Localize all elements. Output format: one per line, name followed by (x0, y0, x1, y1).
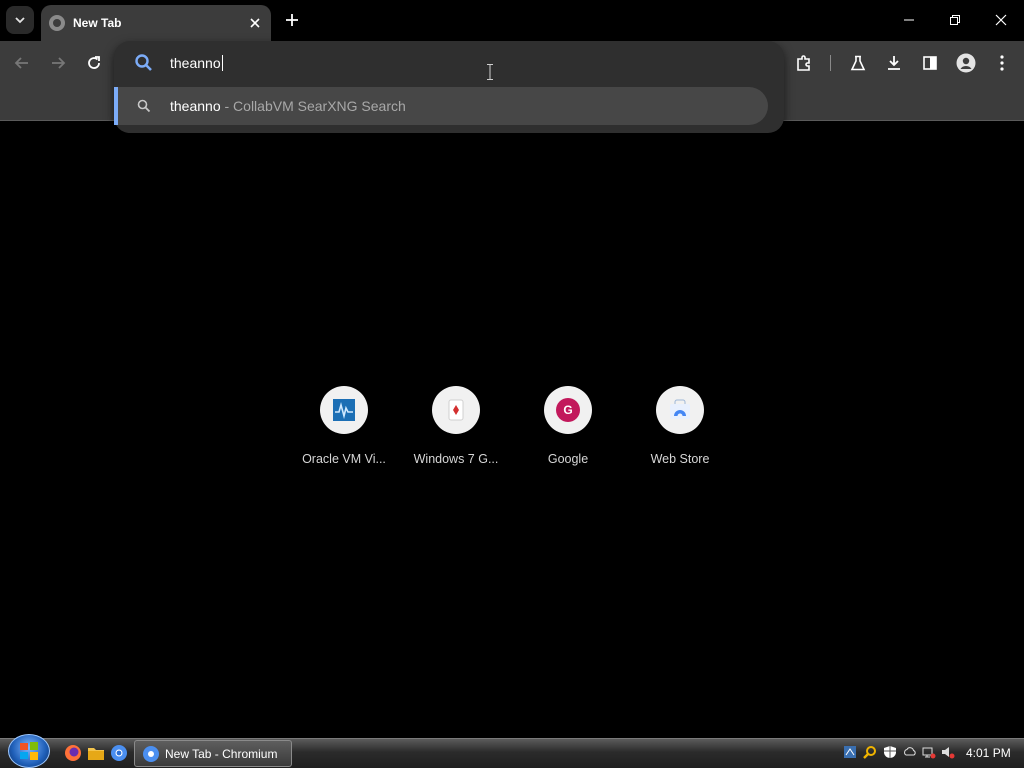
tab-close-button[interactable] (245, 13, 265, 33)
shortcut-icon (656, 386, 704, 434)
shortcut-label: Windows 7 G... (413, 452, 499, 466)
reload-icon (88, 56, 100, 69)
new-tab-button[interactable] (280, 8, 304, 32)
volume-icon[interactable] (941, 745, 955, 759)
clock[interactable]: 4:01 PM (966, 746, 1011, 760)
firefox-icon[interactable] (64, 744, 82, 762)
avatar-icon (956, 53, 976, 73)
shortcut-icon: G (544, 386, 592, 434)
close-window-button[interactable] (978, 0, 1024, 40)
shortcut-label: Oracle VM Vi... (302, 452, 386, 466)
chromium-icon[interactable] (110, 744, 128, 762)
shortcut-google[interactable]: G Google (512, 386, 624, 476)
omnibox-input[interactable]: theanno (114, 41, 784, 85)
close-icon (250, 18, 260, 28)
start-button[interactable] (8, 734, 50, 768)
shortcut-grid: Oracle VM Vi... Windows 7 G... G Google … (288, 386, 736, 476)
tab-new-tab[interactable]: New Tab (41, 5, 271, 41)
network-icon[interactable] (922, 745, 936, 759)
web-store-icon (670, 399, 690, 419)
restore-button[interactable] (932, 0, 978, 40)
shortcut-icon (320, 386, 368, 434)
chevron-down-icon (15, 17, 25, 24)
omnibox-suggestion[interactable]: theanno - CollabVM SearXNG Search (114, 87, 768, 125)
downloads-button[interactable] (880, 49, 908, 77)
network-manager-icon[interactable] (843, 745, 857, 759)
cloud-icon[interactable] (903, 745, 917, 759)
reload-button[interactable] (80, 49, 108, 77)
puzzle-icon (797, 55, 810, 71)
text-cursor-icon (487, 64, 493, 80)
labs-button[interactable] (844, 49, 872, 77)
omnibox-popup: theanno theanno - CollabVM SearXNG Searc… (114, 41, 784, 133)
plus-icon (286, 14, 298, 26)
tab-strip: New Tab (0, 0, 1024, 41)
shortcut-icon (432, 386, 480, 434)
suggestion-text: theanno - CollabVM SearXNG Search (170, 98, 406, 114)
arrow-right-icon (52, 57, 66, 69)
tab-title: New Tab (73, 16, 122, 30)
minimize-icon (904, 19, 914, 21)
omnibox-text: theanno (170, 55, 223, 71)
more-vert-icon (1000, 55, 1004, 71)
tab-search-button[interactable] (6, 6, 34, 34)
suggestion-accent (114, 87, 118, 125)
extensions-button[interactable] (790, 49, 818, 77)
profile-button[interactable] (952, 49, 980, 77)
flask-icon (850, 55, 866, 71)
taskbar-item-chromium[interactable]: New Tab - Chromium (134, 740, 292, 767)
forward-button[interactable] (44, 49, 72, 77)
virtualbox-icon (333, 399, 355, 421)
folder-icon[interactable] (87, 744, 105, 762)
magnifier-icon[interactable] (863, 745, 877, 759)
shortcut-oracle-vm[interactable]: Oracle VM Vi... (288, 386, 400, 476)
taskbar-item-label: New Tab - Chromium (165, 746, 278, 761)
chromium-icon (143, 745, 159, 762)
minimize-button[interactable] (886, 0, 932, 40)
shortcut-label: Google (547, 452, 589, 466)
download-icon (888, 56, 900, 70)
toolbar-divider (830, 55, 831, 71)
shortcut-windows-7-games[interactable]: Windows 7 G... (400, 386, 512, 476)
search-icon (135, 54, 152, 71)
side-panel-button[interactable] (916, 49, 944, 77)
search-icon (137, 99, 151, 113)
google-letter-icon: G (556, 398, 580, 422)
shortcut-label: Web Store (650, 452, 710, 466)
menu-button[interactable] (988, 49, 1016, 77)
action-center-icon[interactable] (883, 745, 897, 759)
side-panel-icon (923, 56, 937, 70)
arrow-left-icon (14, 57, 28, 69)
shortcut-web-store[interactable]: Web Store (624, 386, 736, 476)
card-icon (448, 399, 464, 421)
restore-icon (950, 15, 960, 25)
chromium-icon (49, 15, 65, 31)
back-button[interactable] (8, 49, 36, 77)
windows-logo-icon (20, 742, 38, 760)
close-icon (995, 14, 1007, 26)
